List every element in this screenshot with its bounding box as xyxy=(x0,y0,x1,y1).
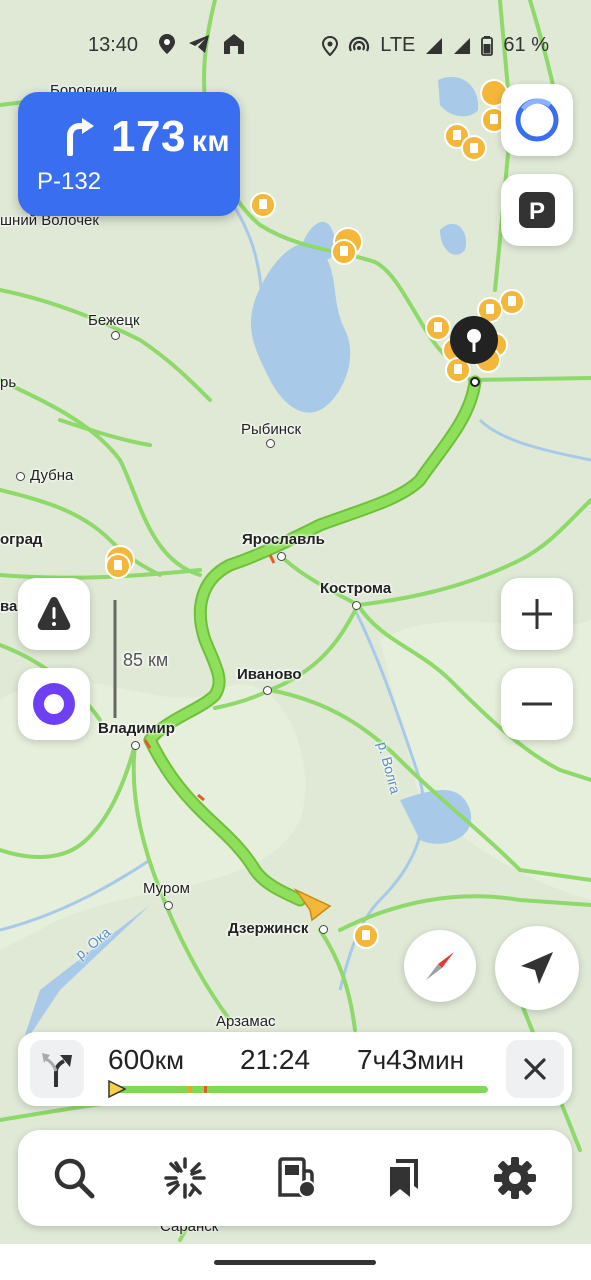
status-bar: 13:40 LTE 61 % xyxy=(0,0,591,80)
warning-icon xyxy=(37,597,71,630)
traffic-icon xyxy=(164,1157,206,1199)
map-label: Бежецк xyxy=(88,312,140,329)
gas-station-icon xyxy=(278,1157,316,1198)
city-dot xyxy=(319,925,328,934)
zoom-out-button[interactable] xyxy=(501,668,573,740)
battery-level: 61 % xyxy=(503,34,549,56)
map-label: Рыбинск xyxy=(241,421,302,438)
navigation-arrow-icon xyxy=(521,952,553,984)
minus-icon xyxy=(522,702,552,706)
search-icon xyxy=(54,1158,95,1199)
zoom-in-button[interactable] xyxy=(501,578,573,650)
compass-icon xyxy=(426,952,454,980)
search-button[interactable] xyxy=(46,1150,102,1206)
parking-button[interactable]: P xyxy=(501,174,573,246)
parking-icon: P xyxy=(519,192,555,228)
turn-right-icon xyxy=(67,118,94,156)
plus-icon xyxy=(522,599,552,629)
map-label: Арзамас xyxy=(216,1013,276,1030)
gas-station-button[interactable] xyxy=(268,1150,324,1206)
route-fork-icon xyxy=(42,1053,72,1087)
map-label: ва xyxy=(0,598,18,615)
city-dot xyxy=(263,686,272,695)
route-duration: 7ч43мин xyxy=(357,1044,465,1075)
scale-label: 85 км xyxy=(123,650,169,670)
city-dot xyxy=(131,741,140,750)
close-route-button[interactable] xyxy=(506,1040,564,1098)
maneuver-road: Р-132 xyxy=(37,168,102,195)
maneuver-distance: 173 км xyxy=(111,112,231,161)
alice-voice-icon xyxy=(33,683,75,725)
telegram-icon xyxy=(189,35,209,53)
city-dot xyxy=(164,901,173,910)
alternative-routes-button[interactable] xyxy=(30,1040,84,1098)
city-dot xyxy=(277,552,286,561)
city-dot xyxy=(111,331,120,340)
home-icon xyxy=(224,34,244,54)
route-distance: 600км xyxy=(108,1044,184,1075)
hotspot-icon xyxy=(349,36,370,52)
bookmarks-icon xyxy=(390,1159,418,1197)
status-time: 13:40 xyxy=(88,34,139,56)
report-incident-button[interactable] xyxy=(18,578,90,650)
arrival-time: 21:24 xyxy=(240,1044,311,1075)
location-outline-icon xyxy=(322,35,339,56)
map-label: Иваново xyxy=(237,666,302,683)
alice-voice-button[interactable] xyxy=(18,668,90,740)
alice-icon xyxy=(515,98,559,142)
signal-icon xyxy=(454,37,471,54)
bottom-toolbar xyxy=(18,1130,572,1226)
map-label: Владимир xyxy=(98,720,175,737)
alice-assistant-button[interactable] xyxy=(501,84,573,156)
city-dot xyxy=(352,601,361,610)
map-label: оград xyxy=(0,531,43,548)
city-dot xyxy=(266,439,275,448)
map-label: Муром xyxy=(143,880,190,897)
map-label: Кострома xyxy=(320,580,392,597)
system-navigation-bar xyxy=(0,1244,591,1280)
bookmarks-button[interactable] xyxy=(377,1150,433,1206)
gear-icon xyxy=(494,1157,536,1199)
battery-icon xyxy=(481,35,494,56)
city-dot xyxy=(16,472,25,481)
map-label: Ярославль xyxy=(242,531,325,548)
start-marker-icon xyxy=(108,1080,126,1098)
location-icon xyxy=(159,34,175,54)
map-label: рь xyxy=(0,374,17,391)
signal-icon xyxy=(426,37,443,54)
home-gesture-handle[interactable] xyxy=(214,1260,376,1265)
my-location-button[interactable] xyxy=(495,926,579,1010)
route-progress-bar xyxy=(108,1080,488,1098)
traffic-button[interactable] xyxy=(157,1150,213,1206)
settings-button[interactable] xyxy=(487,1150,543,1206)
close-icon xyxy=(524,1058,546,1080)
map-label: Дубна xyxy=(30,467,74,484)
svg-text:P: P xyxy=(529,198,545,225)
map-label: Дзержинск xyxy=(228,920,309,937)
route-summary-bar[interactable]: 600км 21:24 7ч43мин xyxy=(18,1032,572,1106)
network-type: LTE xyxy=(380,34,416,56)
maneuver-card[interactable]: 173 км Р-132 xyxy=(18,92,240,216)
compass-button[interactable] xyxy=(404,930,476,1002)
